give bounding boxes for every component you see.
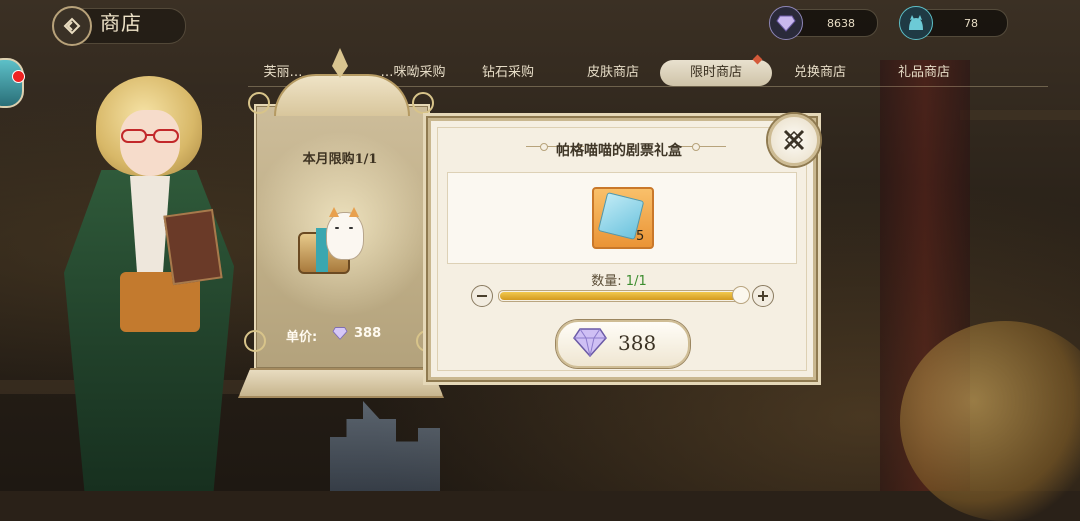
plus-icon: [758, 291, 768, 301]
cat-token-icon: [899, 6, 933, 40]
close-button[interactable]: [768, 114, 820, 166]
unit-price-label: 单价:: [286, 330, 318, 345]
background-shelf: [960, 110, 1080, 120]
product-title: 帕格喵喵的剧票礼盒: [556, 143, 682, 159]
page-title: 商店: [100, 11, 142, 35]
quantity-slider-handle[interactable]: [732, 286, 750, 304]
tab-gift-shop[interactable]: 礼品商店: [884, 60, 964, 86]
monthly-limit-text: 本月限购1/1: [302, 152, 378, 167]
quantity-slider-fill: [500, 292, 740, 300]
quantity-label: 数量:: [591, 274, 626, 289]
reward-item-count: 5: [636, 229, 645, 244]
tab-diamond-purchase[interactable]: 钻石采购: [468, 60, 548, 86]
currency-gem[interactable]: 8638: [769, 6, 878, 40]
corner-ornament: [244, 330, 266, 352]
cat-token-amount: 78: [964, 16, 978, 30]
currency-cat-token[interactable]: 78: [899, 6, 1008, 40]
corner-ornament: [412, 92, 434, 114]
tab-limited-shop[interactable]: 限时商店: [660, 60, 772, 86]
back-icon[interactable]: [52, 6, 92, 46]
card-arch-ornament: [274, 74, 410, 116]
quantity-value: 1/1: [625, 274, 647, 289]
cat-mascot-icon: [326, 207, 364, 260]
decrease-quantity-button[interactable]: [471, 285, 493, 307]
tab-exchange-shop[interactable]: 兑换商店: [780, 60, 860, 86]
gem-amount: 8638: [827, 16, 855, 30]
tab-skin-shop[interactable]: 皮肤商店: [573, 60, 653, 86]
character-glasses: [121, 129, 179, 143]
card-pedestal: [238, 368, 444, 398]
corner-ornament: [248, 92, 270, 114]
minus-icon: [477, 295, 487, 297]
cat-eye: [349, 227, 353, 229]
unit-price-value: 388: [354, 326, 382, 341]
buy-price: 388: [618, 331, 657, 355]
increase-quantity-button[interactable]: [752, 285, 774, 307]
notification-dot: [12, 70, 25, 83]
quantity-slider[interactable]: [498, 290, 742, 302]
gem-icon: [332, 327, 348, 340]
gem-icon: [769, 6, 803, 40]
character-book: [163, 208, 223, 286]
close-icon[interactable]: [781, 127, 807, 153]
cat-eye: [335, 227, 339, 229]
gem-icon: [573, 328, 607, 358]
side-avatar-button[interactable]: [0, 58, 24, 108]
